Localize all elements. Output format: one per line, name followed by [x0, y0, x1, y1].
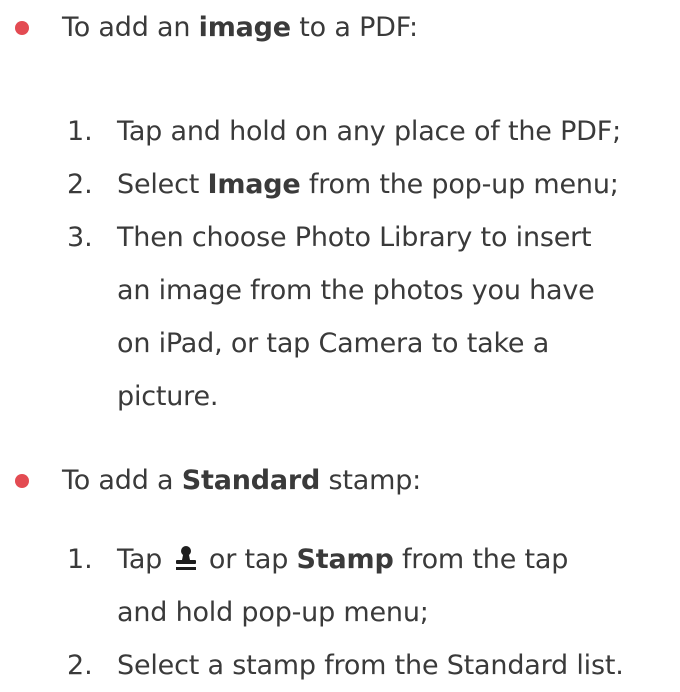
bullet-dot-icon: [15, 474, 29, 488]
step-text: on iPad, or tap Camera to take a: [117, 328, 550, 359]
bullet-text: To add a Standard stamp:: [62, 465, 422, 496]
step-text: an image from the photos you have: [117, 275, 595, 306]
step-text: Select Image from the pop-up menu;: [117, 169, 619, 200]
step-number: 3.: [67, 222, 93, 253]
step-text: Tap and hold on any place of the PDF;: [117, 116, 621, 147]
stamp-icon: [173, 537, 199, 589]
bullet-item-add-stamp: To add a Standard stamp:: [0, 455, 680, 507]
step-number: 2.: [67, 650, 93, 681]
bullet-text: To add an image to a PDF:: [62, 12, 418, 43]
step-text: picture.: [117, 381, 219, 412]
bullet-item-add-image: To add an image to a PDF:: [0, 2, 680, 54]
step-text: Tap or tap Stamp from the tap: [117, 534, 568, 589]
step-text: Select a stamp from the Standard list.: [117, 650, 624, 681]
step-number: 1.: [67, 544, 93, 575]
step-text: and hold pop-up menu;: [117, 597, 429, 628]
step-text: Then choose Photo Library to insert: [117, 222, 592, 253]
step-number: 2.: [67, 169, 93, 200]
step-number: 1.: [67, 116, 93, 147]
bullet-dot-icon: [15, 21, 29, 35]
